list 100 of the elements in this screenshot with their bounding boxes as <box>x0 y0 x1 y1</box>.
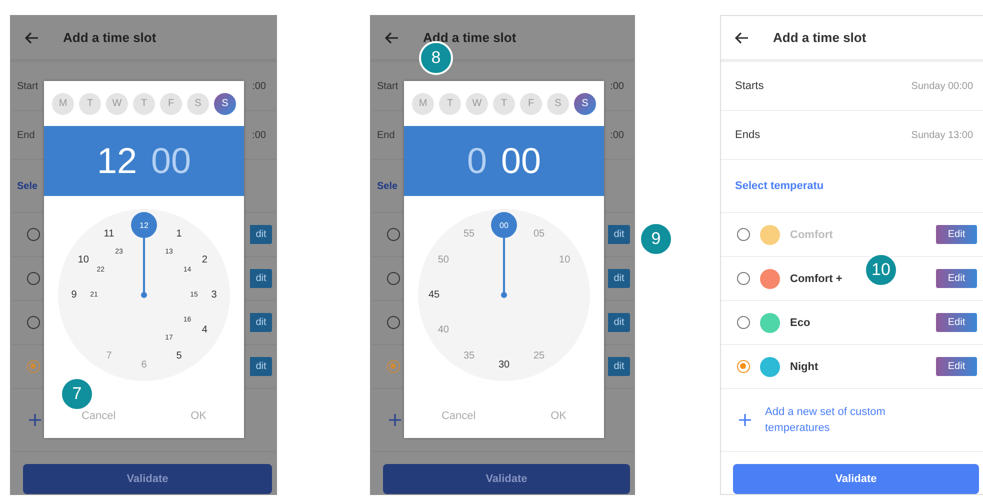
section-heading: Select temperatu <box>735 180 824 192</box>
dial-number[interactable]: 6 <box>141 360 147 370</box>
step-number: 9 <box>639 222 673 256</box>
add-custom-temperatures-link[interactable]: Add a new set of custom temperatures <box>765 404 915 436</box>
day-toggle[interactable]: S <box>574 92 596 114</box>
day-toggle[interactable]: F <box>520 92 542 114</box>
dial-number[interactable]: 3 <box>211 290 217 300</box>
radio-button[interactable] <box>387 360 400 373</box>
dial-number[interactable]: 11 <box>104 228 114 240</box>
row-label: Ends <box>735 129 760 141</box>
edit-button[interactable]: Edit <box>936 357 977 376</box>
temperature-name: Night <box>790 360 818 372</box>
radio-button[interactable] <box>737 360 750 373</box>
temperature-name: Comfort <box>790 228 833 240</box>
validate-button[interactable]: Validate <box>383 464 630 494</box>
radio-button[interactable] <box>737 316 750 329</box>
clock-hand <box>501 238 507 298</box>
dial-number[interactable]: 35 <box>463 350 475 362</box>
edit-button[interactable]: dit <box>250 313 272 332</box>
edit-button[interactable]: Edit <box>936 269 977 288</box>
dial-number[interactable]: 10 <box>559 254 570 266</box>
day-toggle[interactable]: S <box>187 92 209 114</box>
edit-button[interactable]: dit <box>250 357 272 376</box>
day-toggle[interactable]: F <box>160 92 182 114</box>
ok-button[interactable]: OK <box>544 409 573 423</box>
row-value[interactable]: Sunday 13:00 <box>911 130 973 140</box>
plus-icon[interactable] <box>739 414 751 426</box>
day-toggle[interactable]: S <box>547 92 569 114</box>
temperature-name: Comfort + <box>790 272 842 284</box>
edit-button[interactable]: Edit <box>936 313 977 332</box>
row-value[interactable]: :00 <box>610 80 624 92</box>
dial-number[interactable]: 25 <box>533 350 545 362</box>
validate-button[interactable]: Validate <box>23 464 272 494</box>
section-heading: Sele <box>17 180 38 192</box>
edit-button[interactable]: dit <box>608 357 630 376</box>
row-label: Starts <box>735 80 764 92</box>
day-toggle[interactable]: W <box>466 92 488 114</box>
dial-number[interactable]: 05 <box>533 228 545 240</box>
clock-dial[interactable]: 00 05 10 25 30 35 40 45 50 55 <box>418 209 590 381</box>
plus-icon[interactable] <box>389 414 401 426</box>
edit-button[interactable]: dit <box>250 269 272 288</box>
hours-value[interactable]: 12 <box>96 140 137 182</box>
row-label: End <box>377 130 395 140</box>
section-heading: Sele <box>377 180 398 192</box>
dial-number[interactable]: 5 <box>176 350 182 362</box>
row-value[interactable]: :00 <box>610 130 624 140</box>
day-toggle[interactable]: T <box>493 92 515 114</box>
selected-dial-number[interactable]: 12 <box>131 212 157 238</box>
day-toggle[interactable]: M <box>412 92 434 114</box>
radio-button[interactable] <box>27 228 40 241</box>
validate-button[interactable]: Validate <box>733 464 979 494</box>
row-label: Start <box>377 80 398 92</box>
dial-number[interactable]: 55 <box>463 228 475 240</box>
dial-number[interactable]: 30 <box>498 360 510 370</box>
day-toggle[interactable]: M <box>52 92 74 114</box>
cancel-button[interactable]: Cancel <box>75 409 122 423</box>
plus-icon[interactable] <box>29 414 41 426</box>
day-toggle[interactable]: W <box>106 92 128 114</box>
radio-button[interactable] <box>387 228 400 241</box>
selected-dial-number[interactable]: 00 <box>491 212 517 238</box>
radio-button[interactable] <box>27 360 40 373</box>
dial-number[interactable]: 2 <box>202 254 208 266</box>
edit-button[interactable]: dit <box>608 225 630 244</box>
screen-title: Add a time slot <box>63 30 156 45</box>
row-value[interactable]: :00 <box>252 130 266 140</box>
edit-button[interactable]: dit <box>608 313 630 332</box>
dial-number[interactable]: 9 <box>71 290 77 300</box>
dial-number[interactable]: 1 <box>176 228 182 240</box>
screen-title: Add a time slot <box>773 30 866 45</box>
radio-button[interactable] <box>387 272 400 285</box>
radio-button[interactable] <box>27 272 40 285</box>
day-toggle[interactable]: S <box>214 92 236 114</box>
cancel-button[interactable]: Cancel <box>435 409 482 423</box>
radio-button[interactable] <box>387 316 400 329</box>
dial-number[interactable]: 7 <box>106 350 112 362</box>
temperature-name: Eco <box>790 316 810 328</box>
back-arrow-icon[interactable] <box>735 32 749 44</box>
dial-number[interactable]: 50 <box>438 254 449 266</box>
day-toggle[interactable]: T <box>439 92 461 114</box>
dial-number[interactable]: 10 <box>78 254 89 266</box>
minutes-value[interactable]: 00 <box>500 140 542 182</box>
minutes-value[interactable]: 00 <box>151 140 192 182</box>
row-label: Start <box>17 80 38 92</box>
day-toggle[interactable]: T <box>133 92 155 114</box>
step-number: 10 <box>864 253 898 287</box>
ok-button[interactable]: OK <box>184 409 213 423</box>
dial-number[interactable]: 4 <box>202 324 208 336</box>
clock-hand <box>141 238 147 298</box>
day-toggle[interactable]: T <box>79 92 101 114</box>
dial-number[interactable]: 45 <box>428 290 440 300</box>
edit-button[interactable]: dit <box>250 225 272 244</box>
radio-button[interactable] <box>27 316 40 329</box>
hours-value[interactable]: 0 <box>466 140 487 182</box>
dial-number[interactable]: 40 <box>438 324 449 336</box>
row-value[interactable]: :00 <box>252 80 266 92</box>
row-value[interactable]: Sunday 00:00 <box>911 80 973 92</box>
row-label: End <box>17 130 35 140</box>
edit-button[interactable]: dit <box>608 269 630 288</box>
radio-button[interactable] <box>737 272 750 285</box>
step-number: 8 <box>419 41 453 75</box>
